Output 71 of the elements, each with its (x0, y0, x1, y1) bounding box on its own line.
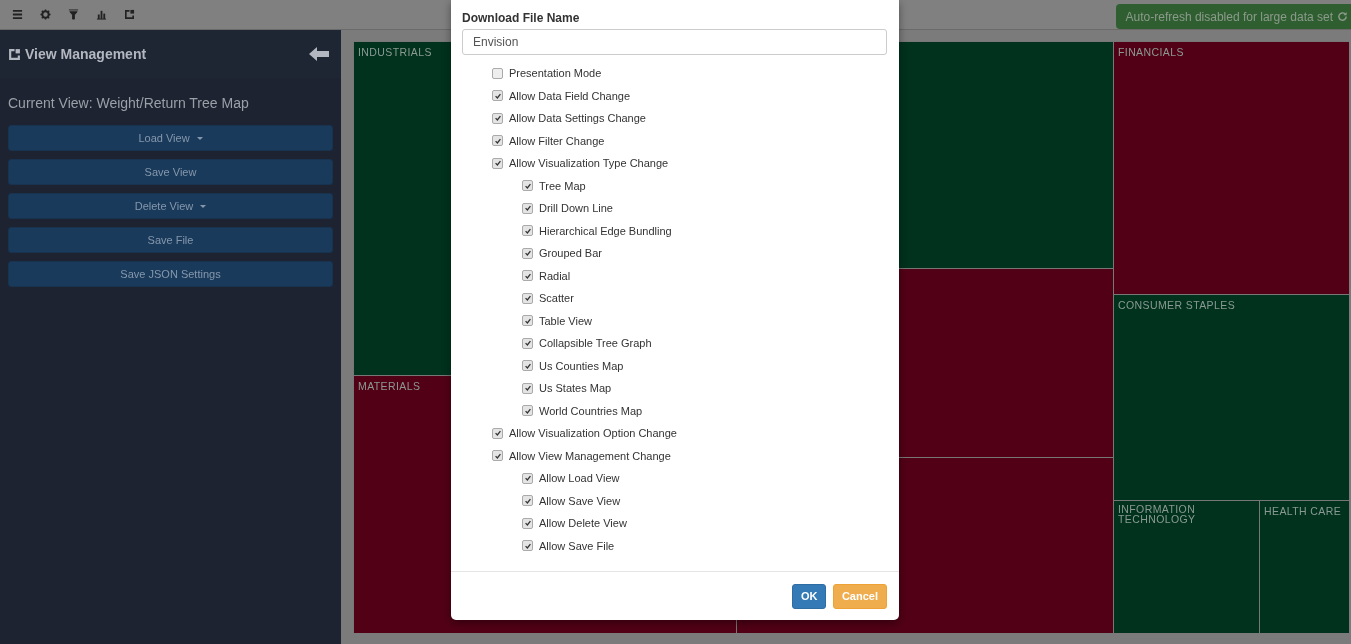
tile-label: HEALTH CARE (1264, 506, 1342, 516)
tile-label: MATERIALS (358, 381, 421, 391)
checkbox[interactable] (522, 472, 533, 484)
sidebar-button[interactable]: Delete View (8, 193, 333, 219)
filter-icon[interactable] (68, 9, 79, 20)
checkbox[interactable] (492, 112, 503, 124)
checkbox-label: Allow Save File (539, 539, 615, 552)
checkbox-label: Allow Data Settings Change (509, 112, 646, 125)
checkbox-label: Us Counties Map (539, 359, 624, 372)
checkbox[interactable] (492, 135, 503, 147)
checkbox-label: Table View (539, 314, 592, 327)
tile-label: INDUSTRIALS (358, 47, 432, 57)
tile-label: CONSUMER STAPLES (1118, 300, 1236, 310)
checkbox[interactable] (522, 180, 533, 192)
checkbox-label: Allow Load View (539, 472, 620, 485)
checkbox[interactable] (492, 450, 503, 462)
checkbox-label: World Countries Map (539, 404, 643, 417)
checkbox[interactable] (492, 157, 503, 169)
checkbox-label: Drill Down Line (539, 202, 613, 215)
caret-icon (200, 204, 207, 208)
file-name-field[interactable]: Envision (462, 29, 887, 55)
checkbox[interactable] (522, 247, 533, 259)
share-icon (8, 47, 21, 61)
checkbox-label: Allow View Management Change (509, 449, 671, 462)
checkbox[interactable] (522, 270, 533, 282)
checkbox-label: Hierarchical Edge Bundling (539, 224, 672, 237)
checkbox[interactable] (492, 427, 503, 439)
checkbox[interactable] (492, 67, 503, 79)
checkbox-label: Radial (539, 269, 571, 282)
caret-icon (196, 136, 203, 140)
checkbox-label: Allow Delete View (539, 517, 627, 530)
checkbox[interactable] (522, 225, 533, 237)
checkbox-label: Us States Map (539, 382, 612, 395)
bar-chart-icon[interactable] (96, 9, 107, 20)
checkbox[interactable] (522, 360, 533, 372)
checkbox[interactable] (522, 337, 533, 349)
menu-icon[interactable] (12, 9, 23, 20)
field-label: Download File Name (462, 11, 581, 25)
notice-text: Auto-refresh disabled for large data set (1125, 9, 1333, 24)
sidebar-button[interactable]: Save File (8, 227, 333, 253)
current-view-text: Current View: Weight/Return Tree Map (8, 95, 250, 111)
checkbox[interactable] (522, 495, 533, 507)
checkbox-label: Scatter (539, 292, 574, 305)
sidebar-button[interactable]: Save View (8, 159, 333, 185)
ok-button[interactable]: OK (791, 583, 826, 609)
checkbox[interactable] (492, 90, 503, 102)
checkbox-label: Presentation Mode (509, 67, 602, 80)
checkbox-label: Allow Filter Change (509, 134, 605, 147)
checkbox-label: Allow Save View (539, 494, 621, 507)
checkbox[interactable] (522, 292, 533, 304)
checkbox-label: Collapsible Tree Graph (539, 337, 652, 350)
checkbox[interactable] (522, 540, 533, 552)
share-icon[interactable] (124, 9, 135, 20)
tile-label: INFORMATION TECHNOLOGY (1118, 504, 1197, 524)
sidebar-button[interactable]: Save JSON Settings (8, 261, 333, 287)
checkbox-label: Grouped Bar (539, 247, 602, 260)
checkbox[interactable] (522, 517, 533, 529)
checkbox-label: Allow Visualization Option Change (509, 427, 677, 440)
settings-icon[interactable] (40, 9, 51, 20)
tile-label: FINANCIALS (1118, 47, 1184, 57)
checkbox-label: Allow Visualization Type Change (509, 157, 669, 170)
checkbox[interactable] (522, 405, 533, 417)
refresh-icon[interactable] (1337, 11, 1348, 22)
checkbox[interactable] (522, 382, 533, 394)
sidebar-title: View Management (25, 46, 147, 62)
checkbox-label: Tree Map (539, 179, 586, 192)
checkbox[interactable] (522, 315, 533, 327)
checkbox[interactable] (522, 202, 533, 214)
checkbox-label: Allow Data Field Change (509, 89, 631, 102)
arrow-left-icon[interactable] (309, 47, 329, 61)
sidebar-button[interactable]: Load View (8, 125, 333, 151)
